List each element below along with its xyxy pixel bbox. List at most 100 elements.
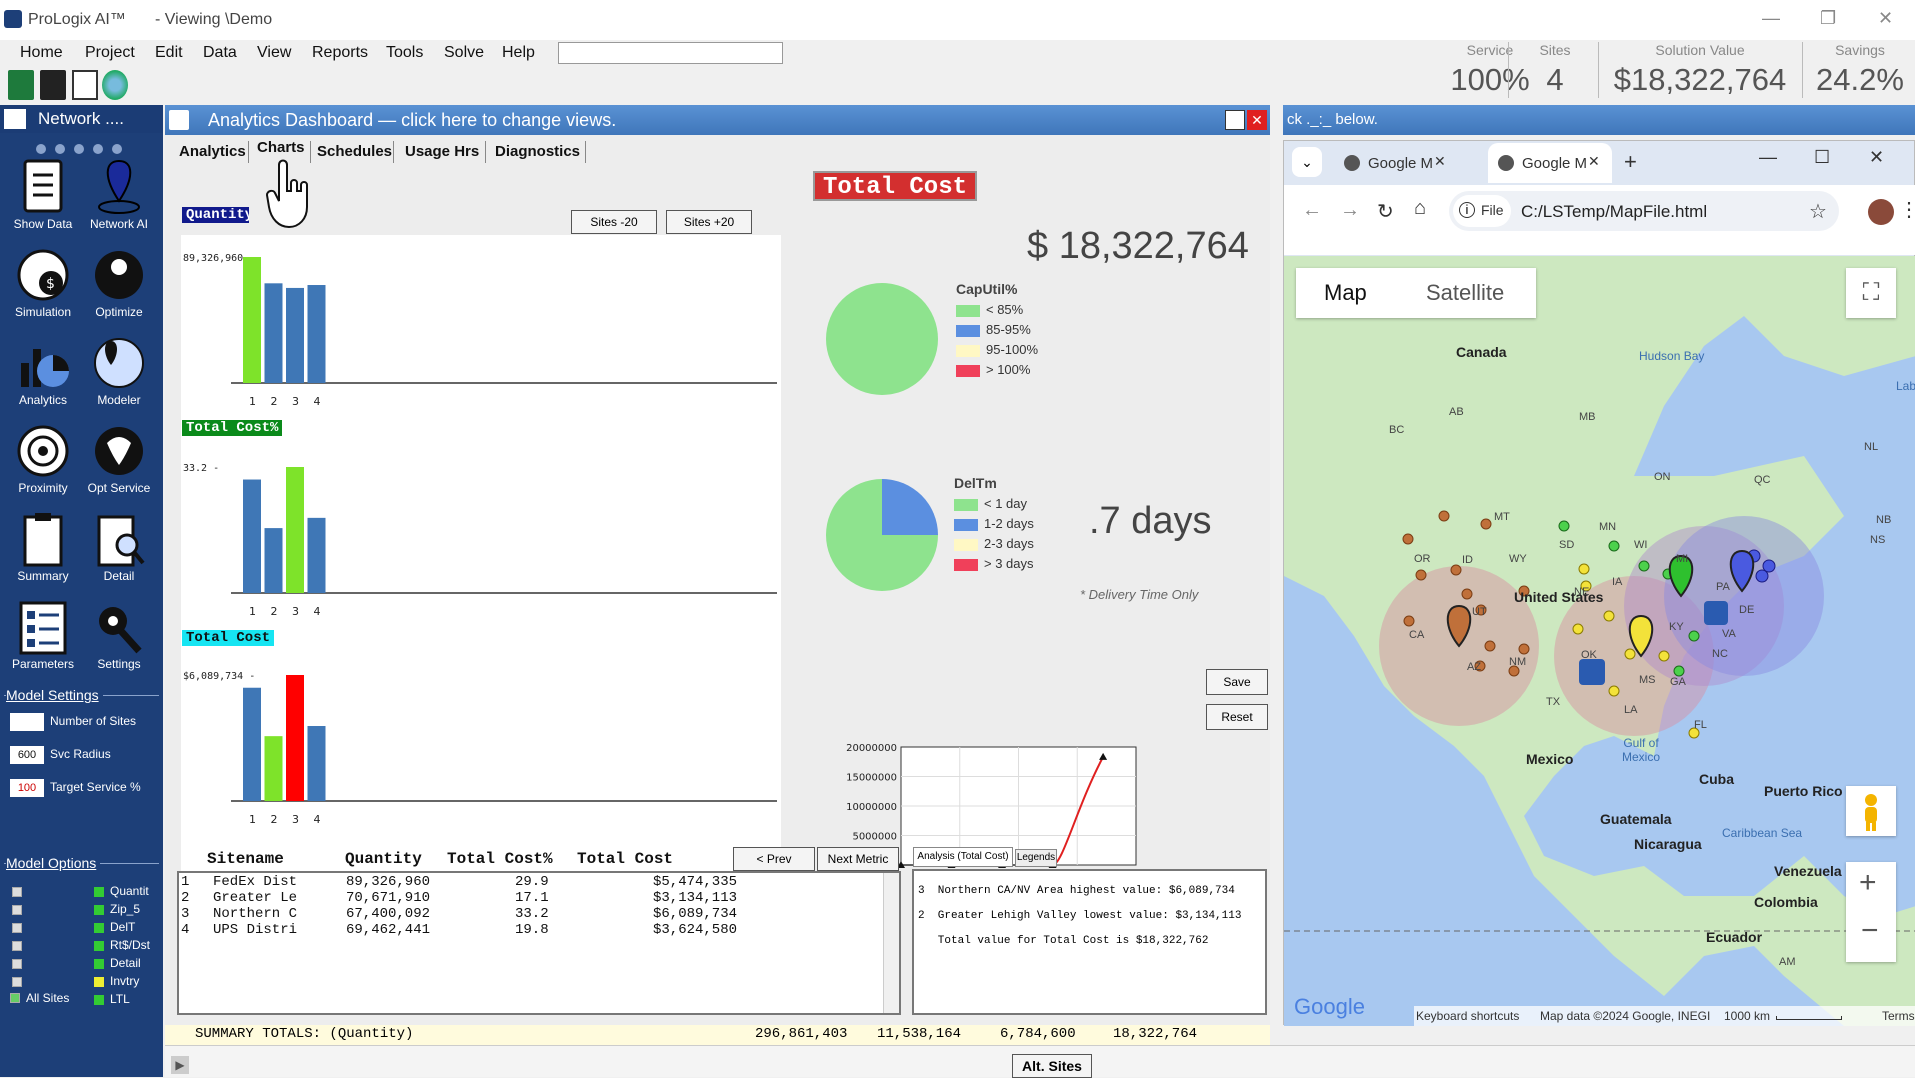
sites-plus-button[interactable]: Sites +20 [666, 210, 752, 234]
minimize-icon[interactable]: — [1759, 147, 1777, 168]
sidebar-item-opt-service[interactable]: Opt Service [84, 421, 154, 506]
satellite-button[interactable]: Satellite [1426, 280, 1504, 306]
sidebar-item-proximity[interactable]: Proximity [8, 421, 78, 506]
menu-project[interactable]: Project [85, 44, 135, 62]
target-service-input[interactable]: 100 [10, 779, 44, 797]
analysis-tab[interactable]: Analysis (Total Cost) [913, 847, 1013, 867]
tab-charts[interactable]: Charts [257, 139, 305, 156]
deltm-note: * Delivery Time Only [1080, 587, 1199, 602]
next-metric-button[interactable]: Next Metric [817, 847, 899, 871]
option-swatch-quantit[interactable] [94, 887, 104, 897]
option-swatch-ltl[interactable] [94, 995, 104, 1005]
menu-home[interactable]: Home [20, 44, 63, 62]
option-checkbox[interactable] [12, 923, 22, 933]
option-checkbox[interactable] [12, 959, 22, 969]
grid-scrollbar[interactable] [883, 873, 899, 1013]
document-icon[interactable] [72, 70, 98, 100]
document-icon [15, 157, 71, 217]
zoom-in-icon[interactable]: + [1859, 866, 1877, 900]
excel-icon[interactable] [8, 70, 34, 100]
dashboard-header[interactable]: Analytics Dashboard — click here to chan… [165, 105, 1270, 135]
fullscreen-icon[interactable]: ⛶ [1846, 268, 1896, 318]
save-button[interactable]: Save [1206, 669, 1268, 695]
reset-button[interactable]: Reset [1206, 704, 1268, 730]
sidebar-header: Network .... [0, 105, 163, 133]
menu-edit[interactable]: Edit [155, 44, 183, 62]
sidebar-item-settings[interactable]: Settings [84, 597, 154, 682]
option-swatch-rtdst[interactable] [94, 941, 104, 951]
terms-link[interactable]: Terms [1882, 1009, 1915, 1023]
close-icon[interactable]: ✕ [1878, 8, 1893, 29]
sidebar-item-simulation[interactable]: $ Simulation [8, 245, 78, 330]
close-icon[interactable]: ✕ [1869, 147, 1884, 168]
sidebar-item-modeler[interactable]: Modeler [84, 333, 154, 418]
home-icon[interactable]: ⌂ [1414, 197, 1426, 220]
option-checkbox[interactable] [12, 977, 22, 987]
sidebar-item-parameters[interactable]: Parameters [8, 597, 78, 682]
tab-usage-hrs[interactable]: Usage Hrs [405, 143, 479, 160]
sidebar-item-network-ai[interactable]: Network AI [84, 157, 154, 242]
keyboard-shortcuts-link[interactable]: Keyboard shortcuts [1416, 1009, 1519, 1023]
back-icon[interactable]: ← [1302, 199, 1322, 222]
menu-search-input[interactable] [558, 42, 783, 64]
tab-list-button[interactable]: ⌄ [1292, 147, 1322, 177]
restore-icon[interactable]: ❐ [1820, 8, 1836, 29]
browser-tab-2[interactable]: Google M ✕ [1488, 143, 1612, 183]
sites-minus-button[interactable]: Sites -20 [571, 210, 657, 234]
tab-diagnostics[interactable]: Diagnostics [495, 143, 580, 160]
map-pin-icon [91, 157, 147, 217]
globe-marker-icon [91, 333, 147, 393]
option-swatch-zip5[interactable] [94, 905, 104, 915]
tab-analytics[interactable]: Analytics [179, 143, 246, 160]
play-icon[interactable]: ▶ [171, 1056, 189, 1074]
option-swatch-invtry[interactable] [94, 977, 104, 987]
minimize-icon[interactable]: — [1762, 8, 1780, 29]
file-chip[interactable]: i File [1453, 195, 1511, 227]
menu-tools[interactable]: Tools [386, 44, 423, 62]
menu-help[interactable]: Help [502, 44, 535, 62]
legends-tab[interactable]: Legends [1015, 849, 1057, 867]
forward-icon[interactable]: → [1340, 199, 1360, 222]
sidebar-item-show-data[interactable]: Show Data [8, 157, 78, 242]
option-swatch-delt[interactable] [94, 923, 104, 933]
option-swatch-detail[interactable] [94, 959, 104, 969]
avatar[interactable] [1868, 199, 1894, 225]
reload-icon[interactable]: ↻ [1377, 199, 1394, 224]
more-menu-icon[interactable]: ⋮ [1899, 197, 1915, 222]
map-button[interactable]: Map [1324, 280, 1367, 306]
number-of-sites-input[interactable] [10, 713, 44, 731]
url-text[interactable]: C:/LSTemp/MapFile.html [1521, 202, 1707, 222]
new-tab-icon[interactable]: + [1624, 149, 1637, 175]
close-icon[interactable]: ✕ [1247, 110, 1267, 130]
globe-icon[interactable] [102, 70, 128, 100]
google-map[interactable]: Map Satellite ⛶ Canada Hudson Bay Labr U… [1284, 256, 1915, 1026]
svc-radius-input[interactable]: 600 [10, 746, 44, 764]
all-sites-checkbox[interactable] [10, 993, 20, 1003]
address-bar[interactable]: i File C:/LSTemp/MapFile.html ☆ [1449, 191, 1839, 231]
sidebar-item-analytics[interactable]: Analytics [8, 333, 78, 418]
network-icon[interactable] [40, 70, 66, 100]
alt-sites-button[interactable]: Alt. Sites [1012, 1054, 1092, 1078]
sidebar-item-summary[interactable]: Summary [8, 509, 78, 594]
close-tab-icon[interactable]: ✕ [1434, 153, 1446, 170]
expand-icon[interactable] [1225, 110, 1245, 130]
legend-swatch [954, 558, 978, 571]
browser-tab-1[interactable]: Google M ✕ [1334, 147, 1452, 181]
option-checkbox[interactable] [12, 905, 22, 915]
tab-schedules[interactable]: Schedules [317, 143, 392, 160]
menu-data[interactable]: Data [203, 44, 237, 62]
sidebar-item-detail[interactable]: Detail [84, 509, 154, 594]
bookmark-star-icon[interactable]: ☆ [1809, 199, 1827, 224]
close-tab-icon[interactable]: ✕ [1588, 153, 1600, 170]
sidebar-item-optimize[interactable]: Optimize [84, 245, 154, 330]
street-view-pegman-icon[interactable] [1846, 786, 1896, 836]
maximize-icon[interactable]: ☐ [1814, 147, 1830, 168]
option-checkbox[interactable] [12, 887, 22, 897]
zoom-out-icon[interactable]: − [1861, 914, 1879, 948]
prev-button[interactable]: < Prev [733, 847, 815, 871]
option-checkbox[interactable] [12, 941, 22, 951]
menu-reports[interactable]: Reports [312, 44, 368, 62]
option-label-delt: DelT [110, 920, 136, 934]
menu-view[interactable]: View [257, 44, 291, 62]
menu-solve[interactable]: Solve [444, 44, 484, 62]
